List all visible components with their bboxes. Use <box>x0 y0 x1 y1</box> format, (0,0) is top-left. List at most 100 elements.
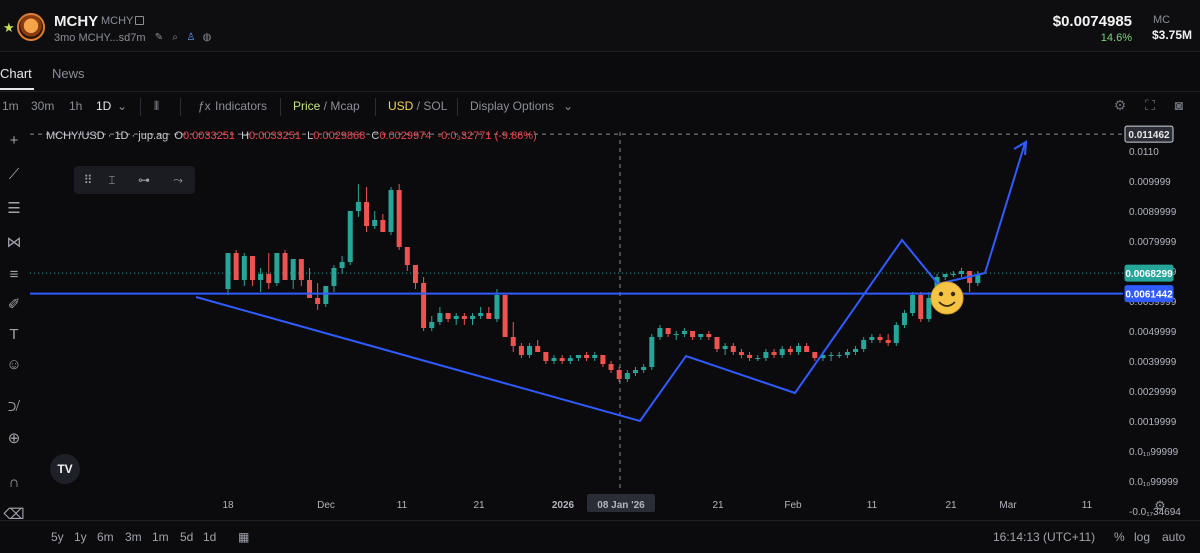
candle <box>608 361 614 373</box>
tab-news[interactable]: News <box>52 66 85 81</box>
candle-body <box>747 355 753 358</box>
candle <box>323 286 329 307</box>
candle-body <box>869 337 875 340</box>
token-meta: 3mo MCHY...sd7m <box>54 32 146 44</box>
candle <box>828 352 834 361</box>
tab-chart[interactable]: Chart <box>0 66 32 81</box>
brush-icon[interactable]: ✐ <box>3 294 25 316</box>
axis-settings-icon: ⚙ <box>1154 498 1166 513</box>
interval-1m[interactable]: 1m <box>2 99 19 113</box>
copy-icon[interactable] <box>135 16 144 25</box>
candle-body <box>812 352 818 358</box>
sol-option[interactable]: SOL <box>423 99 447 113</box>
time-tick: 11 <box>867 500 878 511</box>
mcap-option[interactable]: Mcap <box>330 99 359 113</box>
range-6m[interactable]: 6m <box>97 530 114 544</box>
candle-body <box>372 220 378 226</box>
price-chart[interactable]: 0.01100.0099990.00899990.00799990.006999… <box>30 124 1200 520</box>
fx-icon[interactable]: ƒx <box>198 99 211 113</box>
pitchfork-icon[interactable]: ⋈ <box>3 232 25 254</box>
token-address[interactable]: MCHY...sd7m <box>78 32 145 44</box>
range-1d[interactable]: 1d <box>203 530 216 544</box>
candle <box>429 316 435 331</box>
trendline-icon[interactable]: ⟋ <box>3 164 25 186</box>
candle-body <box>575 355 581 358</box>
candle <box>584 352 590 361</box>
emoji-icon[interactable]: ☺ <box>3 354 25 376</box>
range-5y[interactable]: 5y <box>51 530 64 544</box>
range-5d[interactable]: 5d <box>180 530 193 544</box>
candle-body <box>241 256 247 280</box>
legend-o-label: O <box>174 130 183 142</box>
candle <box>315 283 321 310</box>
candle-body <box>380 220 386 232</box>
chevron-down-icon[interactable]: ⌄ <box>117 99 127 113</box>
legend-close: 0.0029974 <box>379 130 432 142</box>
auto-toggle[interactable]: auto <box>1162 530 1185 544</box>
calendar-icon[interactable]: ▦ <box>238 530 249 544</box>
candle <box>274 253 280 286</box>
globe-icon[interactable]: ◍ <box>201 32 213 44</box>
token-price: $0.0074985 <box>1052 13 1132 30</box>
interval-1h[interactable]: 1h <box>69 99 82 113</box>
edit-icon[interactable]: ✎ <box>153 32 165 44</box>
candle <box>258 268 264 292</box>
candle <box>331 265 337 292</box>
indicators-button[interactable]: Indicators <box>215 99 267 113</box>
line-icon[interactable]: ⊶ <box>134 171 154 189</box>
candle <box>641 364 647 373</box>
text-icon[interactable]: T <box>3 324 25 346</box>
path-icon[interactable]: ⤳ <box>168 171 188 189</box>
tradingview-logo[interactable]: TV <box>50 454 80 484</box>
display-options-button[interactable]: Display Options <box>470 99 554 113</box>
candle <box>869 334 875 343</box>
chevron-down-icon[interactable]: ⌄ <box>563 99 573 113</box>
candle-body <box>298 259 304 280</box>
candle-body <box>633 370 638 373</box>
percent-toggle[interactable]: % <box>1114 530 1125 544</box>
candle-body <box>844 352 850 355</box>
candle-body <box>249 256 255 280</box>
ruler-icon[interactable]: ⟉ <box>3 396 25 418</box>
interval-1d[interactable]: 1D <box>96 99 111 113</box>
candle <box>722 343 728 355</box>
camera-icon[interactable]: ◙ <box>1171 97 1187 113</box>
range-1m[interactable]: 1m <box>152 530 169 544</box>
candle <box>404 247 410 271</box>
interval-30m[interactable]: 30m <box>31 99 54 113</box>
divider <box>457 98 458 116</box>
token-logo <box>17 13 45 41</box>
price-option[interactable]: Price <box>293 99 320 113</box>
legend-change: -0.0₃32771 (-9.86%) <box>437 130 537 142</box>
user-icon[interactable]: ♙ <box>185 32 197 44</box>
price-mcap-toggle[interactable]: Price / Mcap <box>293 99 360 113</box>
usd-option[interactable]: USD <box>388 99 413 113</box>
currency-toggle[interactable]: USD / SOL <box>388 99 447 113</box>
zoom-icon[interactable]: ⊕ <box>3 428 25 450</box>
candle <box>787 346 793 355</box>
candle-body <box>828 355 834 356</box>
magnet-icon[interactable]: ∩ <box>3 472 25 494</box>
range-1y[interactable]: 1y <box>74 530 87 544</box>
star-icon[interactable]: ★ <box>3 20 15 36</box>
log-toggle[interactable]: log <box>1134 530 1150 544</box>
range-3m[interactable]: 3m <box>125 530 142 544</box>
search-icon[interactable]: ⌕ <box>169 32 181 44</box>
candle <box>673 331 679 340</box>
candle <box>412 265 418 289</box>
candle-body <box>412 265 418 283</box>
cursor-text-icon[interactable]: ⌶ <box>102 171 122 189</box>
fullscreen-icon[interactable]: ⛶ <box>1142 97 1158 113</box>
settings-icon[interactable]: ⚙ <box>1112 97 1128 113</box>
candle <box>771 349 777 358</box>
candle-body <box>722 346 728 349</box>
candle-body <box>918 295 924 319</box>
candle <box>551 355 557 364</box>
crosshair-icon[interactable]: + <box>3 130 25 152</box>
candle-body <box>282 253 288 280</box>
drag-handle-icon[interactable]: ⠿ <box>78 171 98 189</box>
fib-icon[interactable]: ≡ <box>3 264 25 286</box>
candles-icon[interactable]: ⫴ <box>154 99 159 114</box>
legend-low: 0.0029868 <box>313 130 366 142</box>
horizontal-lines-icon[interactable]: ☰ <box>3 198 25 220</box>
